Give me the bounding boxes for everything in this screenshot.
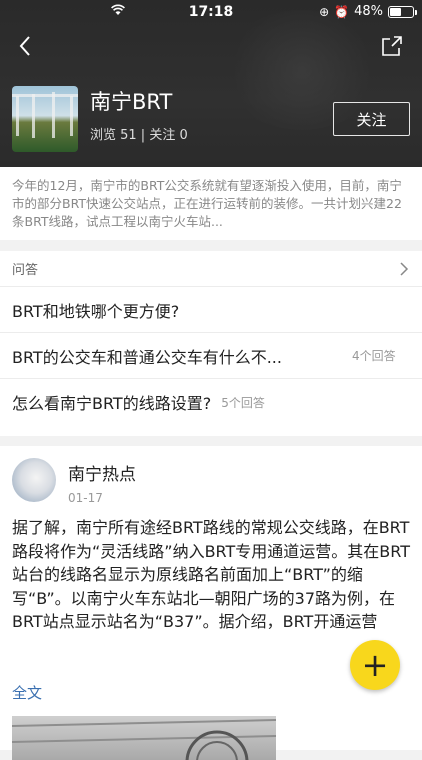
topic-title: 南宁BRT	[90, 90, 173, 114]
qa-item[interactable]: BRT和地铁哪个更方便?	[0, 287, 422, 333]
post-card: 南宁热点 01-17 据了解，南宁所有途经BRT路线的常规公交线路，在BRT路段…	[0, 436, 422, 760]
alarm-icon: ⏰	[334, 4, 350, 19]
qa-section: 问答 BRT和地铁哪个更方便? BRT的公交车和普通公交车有什么不... 4个回…	[0, 251, 422, 436]
topic-description[interactable]: 今年的12月，南宁市的BRT公交系统就有望逐渐投入使用，目前，南宁市的部分BRT…	[0, 167, 422, 240]
post-body[interactable]: 据了解，南宁所有途经BRT路线的常规公交线路，在BRT路段将作为“灵活线路”纳入…	[12, 516, 410, 634]
qa-question: BRT和地铁哪个更方便?	[12, 301, 180, 321]
qa-answer-count: 5个回答	[221, 395, 265, 410]
qa-item[interactable]: 怎么看南宁BRT的线路设置? 5个回答	[0, 379, 422, 425]
battery-icon	[388, 5, 417, 18]
add-button[interactable]: +	[350, 640, 400, 690]
status-bar: 17:18 ⊕ ⏰ 48%	[0, 0, 422, 24]
read-more-link[interactable]: 全文	[12, 682, 42, 703]
qa-header[interactable]: 问答	[0, 251, 422, 287]
topic-stats: 浏览 51 | 关注 0	[90, 128, 188, 143]
follow-button[interactable]: 关注	[333, 102, 410, 136]
topic-thumbnail	[12, 86, 78, 152]
qa-question: 怎么看南宁BRT的线路设置?	[12, 394, 212, 413]
qa-answer-count: 4个回答	[352, 349, 396, 363]
chevron-right-icon	[398, 261, 410, 277]
topic-header: 17:18 ⊕ ⏰ 48% 南宁BRT 浏览 51 | 关注 0 关注	[0, 0, 422, 167]
qa-header-label: 问答	[12, 263, 39, 278]
avatar[interactable]	[12, 458, 56, 502]
rotation-lock-icon: ⊕	[319, 4, 330, 19]
back-arrow-icon[interactable]	[14, 34, 38, 58]
qa-question: BRT的公交车和普通公交车有什么不...	[12, 347, 282, 367]
battery-percent: 48%	[354, 4, 383, 19]
post-date: 01-17	[68, 491, 103, 505]
post-author[interactable]: 南宁热点	[68, 460, 136, 485]
share-icon[interactable]	[380, 34, 404, 58]
qa-item[interactable]: BRT的公交车和普通公交车有什么不... 4个回答	[0, 333, 422, 379]
post-image[interactable]	[12, 716, 276, 760]
